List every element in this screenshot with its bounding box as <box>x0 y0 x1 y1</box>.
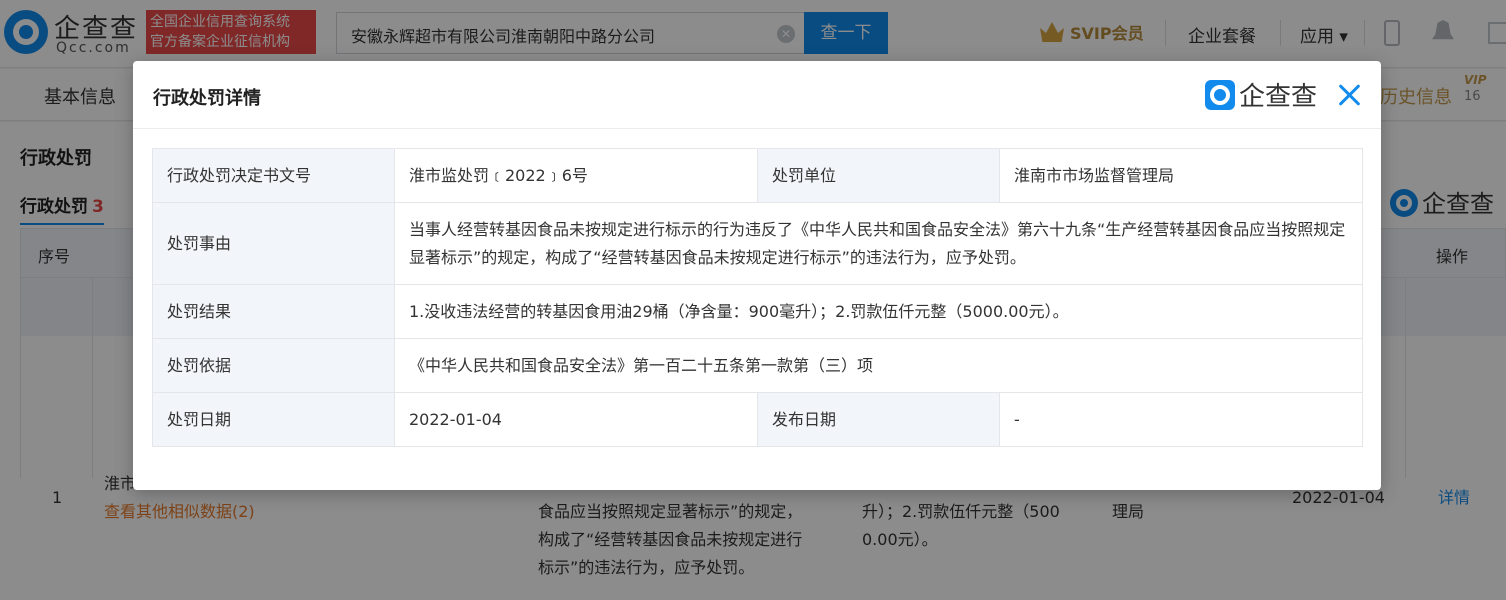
table-row: 处罚日期 2022-01-04 发布日期 - <box>153 393 1363 447</box>
close-icon[interactable] <box>1335 81 1363 109</box>
publish-label: 发布日期 <box>758 393 1000 447</box>
modal-title: 行政处罚详情 <box>153 84 261 110</box>
date-value: 2022-01-04 <box>395 393 758 447</box>
table-row: 处罚依据 《中华人民共和国食品安全法》第一百二十五条第一款第（三）项 <box>153 339 1363 393</box>
modal-header: 行政处罚详情 企查查 <box>133 61 1381 129</box>
result-value: 1.没收违法经营的转基因食用油29桶（净含量：900毫升）；2.罚款伍仟元整（5… <box>395 285 1363 339</box>
doc-no-label: 行政处罚决定书文号 <box>153 149 395 203</box>
table-row: 行政处罚决定书文号 淮市监处罚﹝2022﹞6号 处罚单位 淮南市市场监督管理局 <box>153 149 1363 203</box>
table-row: 处罚事由 当事人经营转基因食品未按规定进行标示的行为违反了《中华人民共和国食品安… <box>153 203 1363 285</box>
modal-logo: 企查查 <box>1205 76 1317 113</box>
reason-label: 处罚事由 <box>153 203 395 285</box>
modal-logo-text: 企查查 <box>1239 82 1317 112</box>
unit-label: 处罚单位 <box>758 149 1000 203</box>
reason-value: 当事人经营转基因食品未按规定进行标示的行为违反了《中华人民共和国食品安全法》第六… <box>395 203 1363 285</box>
publish-value: - <box>1000 393 1363 447</box>
qcc-logo-icon <box>1205 80 1235 110</box>
date-label: 处罚日期 <box>153 393 395 447</box>
result-label: 处罚结果 <box>153 285 395 339</box>
penalty-detail-modal: 行政处罚详情 企查查 行政处罚决定书文号 淮市监处罚﹝2022﹞6号 处罚单位 … <box>133 61 1381 490</box>
unit-value: 淮南市市场监督管理局 <box>1000 149 1363 203</box>
basis-value: 《中华人民共和国食品安全法》第一百二十五条第一款第（三）项 <box>395 339 1363 393</box>
detail-table: 行政处罚决定书文号 淮市监处罚﹝2022﹞6号 处罚单位 淮南市市场监督管理局 … <box>152 148 1363 447</box>
doc-no-value: 淮市监处罚﹝2022﹞6号 <box>395 149 758 203</box>
basis-label: 处罚依据 <box>153 339 395 393</box>
table-row: 处罚结果 1.没收违法经营的转基因食用油29桶（净含量：900毫升）；2.罚款伍… <box>153 285 1363 339</box>
